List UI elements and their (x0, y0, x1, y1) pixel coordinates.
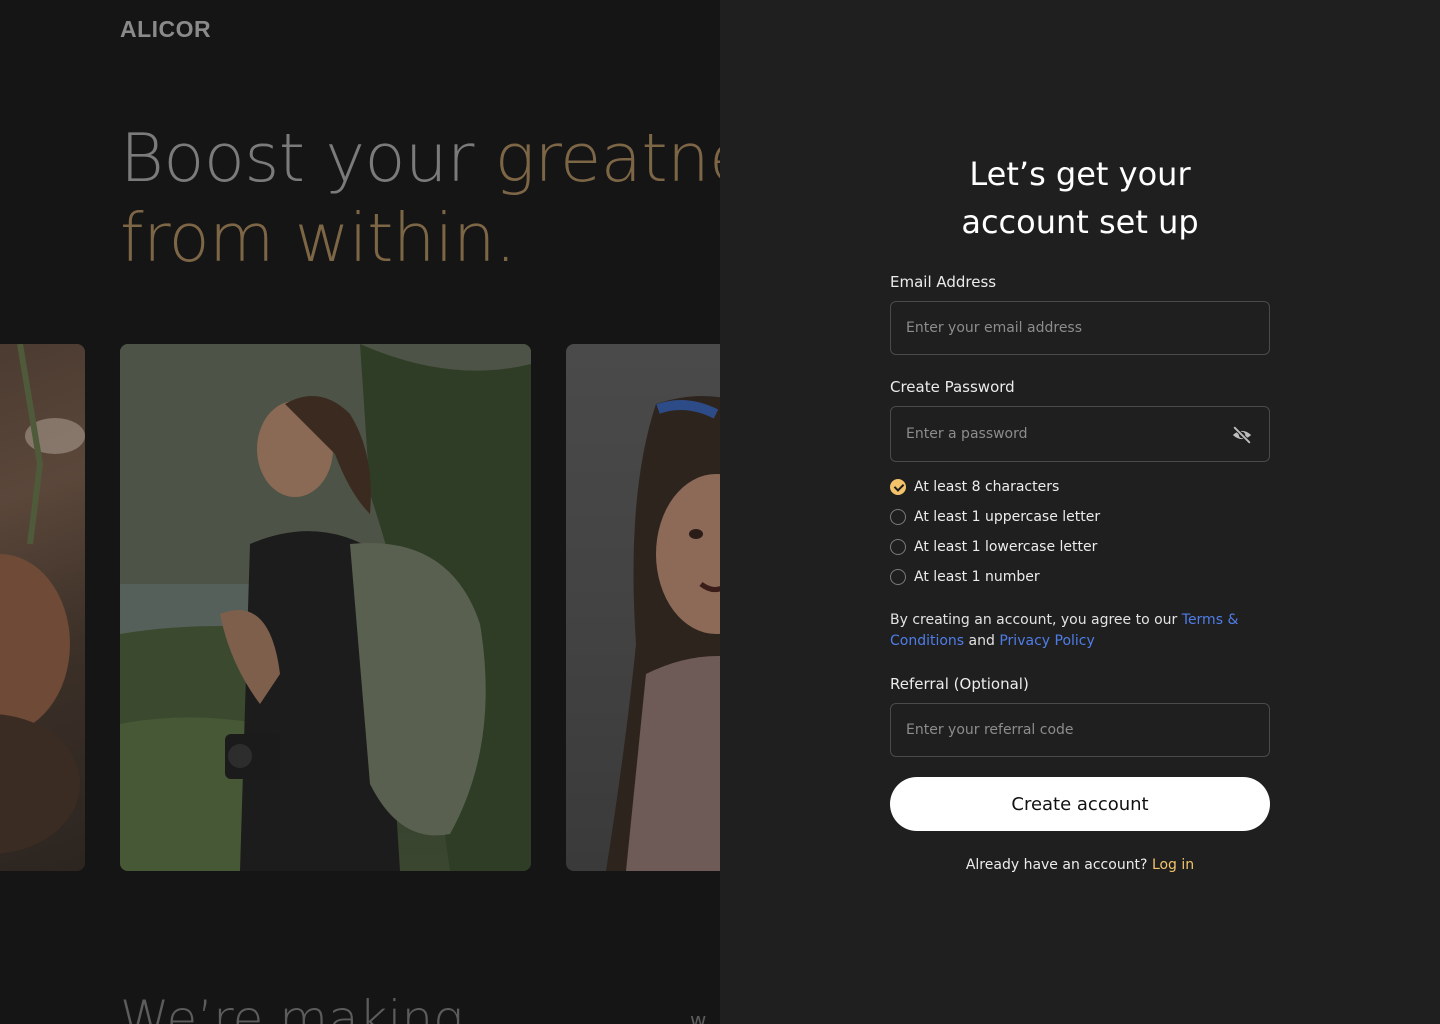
privacy-link[interactable]: Privacy Policy (999, 633, 1094, 649)
login-link[interactable]: Log in (1152, 857, 1194, 873)
empty-circle-icon (890, 569, 906, 585)
referral-label: Referral (Optional) (890, 675, 1029, 693)
password-requirements: At least 8 characters At least 1 upperca… (890, 472, 1270, 592)
email-field-wrapper (890, 301, 1270, 355)
referral-field-wrapper (890, 703, 1270, 757)
photo-left-partial (0, 344, 85, 871)
requirement-text: At least 1 lowercase letter (914, 539, 1098, 555)
empty-circle-icon (890, 539, 906, 555)
photo-hiker (120, 344, 531, 871)
requirement-item: At least 1 uppercase letter (890, 502, 1270, 532)
signup-form: Let’s get your account set up Email Addr… (890, 150, 1270, 873)
password-field-wrapper (890, 406, 1270, 462)
create-account-button[interactable]: Create account (890, 777, 1270, 831)
signup-panel: Let’s get your account set up Email Addr… (720, 0, 1440, 1024)
requirement-text: At least 1 uppercase letter (914, 509, 1101, 525)
form-title: Let’s get your account set up (890, 150, 1270, 246)
empty-circle-icon (890, 509, 906, 525)
form-title-line2: account set up (961, 203, 1199, 241)
email-input[interactable] (891, 302, 1269, 354)
hero-line2-accent: from within. (120, 199, 516, 277)
photo-girl (566, 344, 720, 871)
requirement-item: At least 1 lowercase letter (890, 532, 1270, 562)
requirement-text: At least 1 number (914, 569, 1040, 585)
terms-notice: By creating an account, you agree to our… (890, 610, 1270, 652)
check-circle-icon (890, 479, 906, 495)
section-side-text-peek: w (690, 1008, 707, 1024)
form-title-line1: Let’s get your (969, 155, 1191, 193)
background-landing: ALICOR Boost your greatness from within. (0, 0, 720, 1024)
requirement-item: At least 8 characters (890, 472, 1270, 502)
login-prompt: Already have an account? Log in (890, 857, 1270, 873)
hero-line1-plain: Boost your (120, 119, 495, 197)
password-input[interactable] (891, 407, 1269, 461)
requirement-text: At least 8 characters (914, 479, 1060, 495)
password-label: Create Password (890, 378, 1015, 396)
eye-off-icon[interactable] (1231, 424, 1253, 446)
section-heading-peek: We’re making (120, 990, 464, 1024)
referral-input[interactable] (891, 704, 1269, 756)
hero-line1-accent: greatness (494, 119, 720, 197)
terms-middle: and (964, 633, 1000, 649)
hero-heading: Boost your greatness from within. (120, 118, 720, 278)
terms-prefix: By creating an account, you agree to our (890, 612, 1182, 628)
brand-logo: ALICOR (120, 16, 212, 42)
email-label: Email Address (890, 273, 997, 291)
login-prompt-text: Already have an account? (965, 857, 1152, 873)
requirement-item: At least 1 number (890, 562, 1270, 592)
